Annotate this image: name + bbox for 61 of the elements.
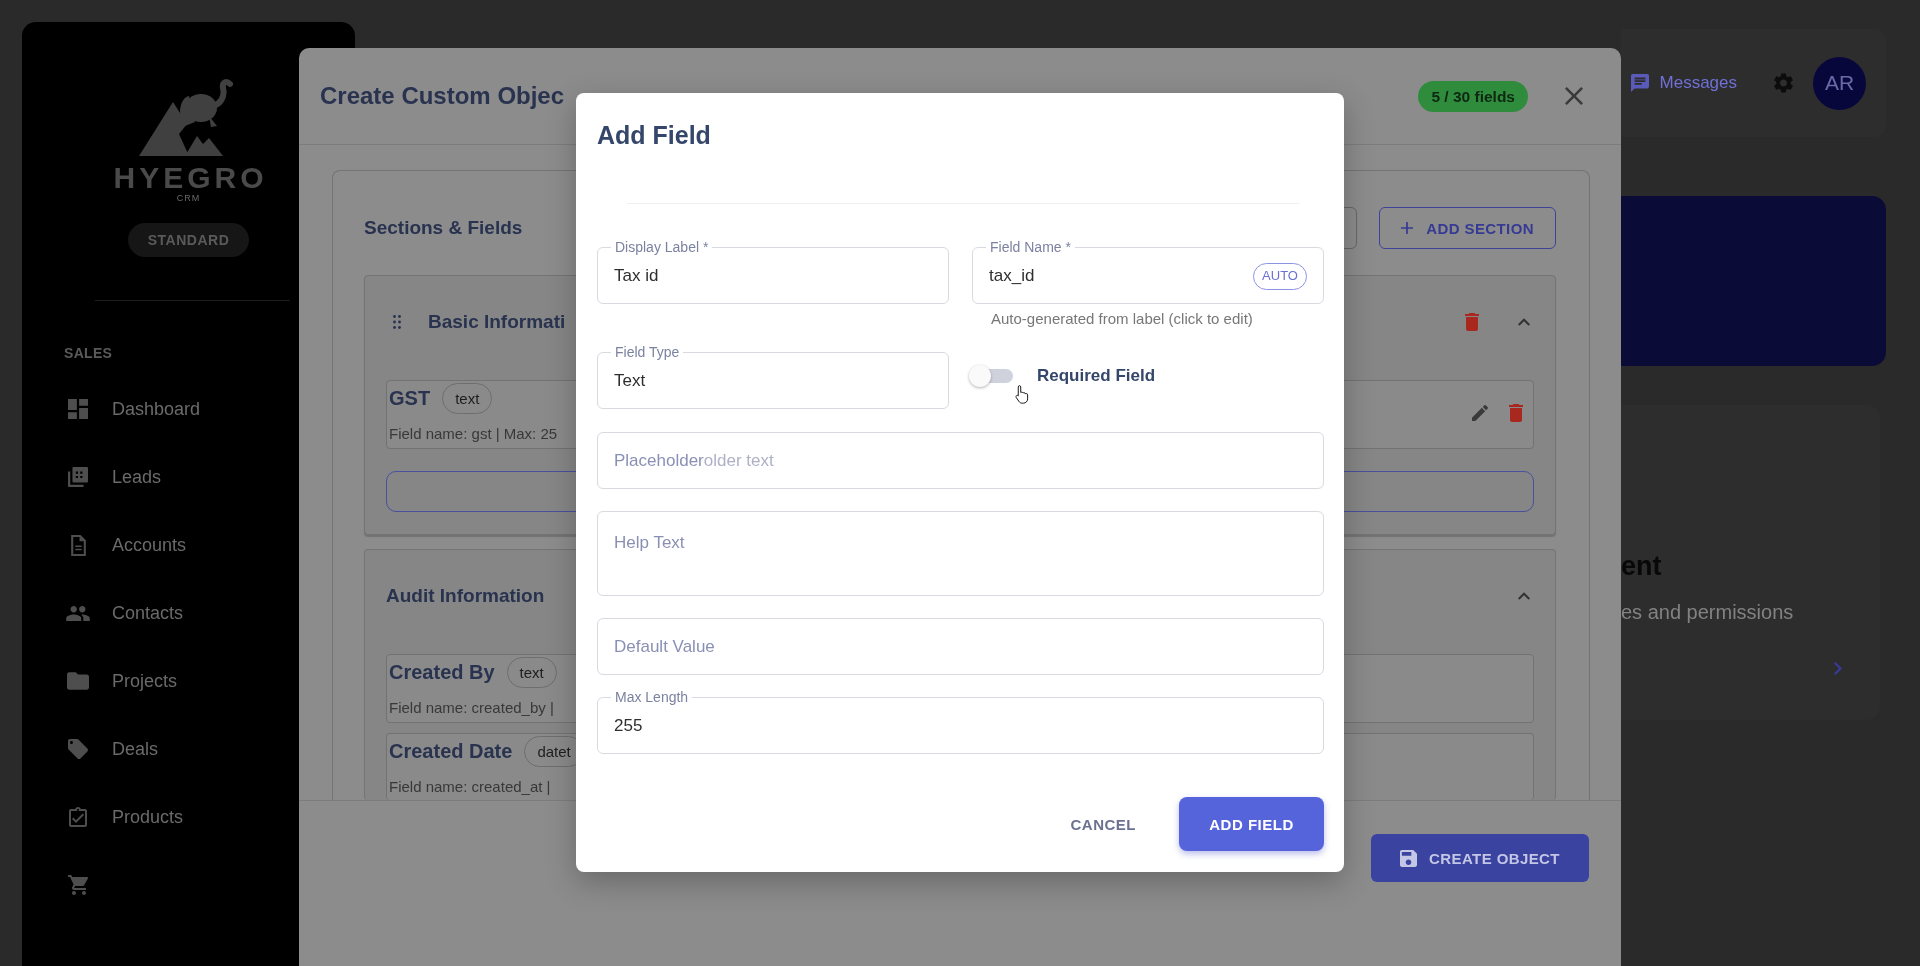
input-field[interactable]: Max Length 255 — [597, 688, 1324, 754]
add-section-button[interactable]: ADD SECTION — [1379, 207, 1556, 249]
sidebar-item[interactable]: Dashboard — [22, 375, 217, 443]
document-icon — [70, 534, 86, 556]
stacked-grid-icon — [68, 467, 88, 487]
switch-label: Required Field — [1037, 366, 1156, 386]
section-title: Basic Informati — [428, 310, 566, 333]
card-description: es and permissions — [1621, 600, 1794, 624]
hand-cursor-icon — [1015, 384, 1030, 404]
trash-icon[interactable] — [1509, 403, 1523, 422]
field-label: Created Date — [389, 739, 513, 764]
sidebar-item[interactable]: Deals — [22, 715, 175, 783]
input-field[interactable]: Default Value — [597, 618, 1324, 675]
chevron-right-icon[interactable] — [1834, 661, 1842, 675]
toggle-switch[interactable] — [969, 365, 1013, 387]
messages-link[interactable]: Messages — [1630, 73, 1737, 93]
settings-icon[interactable] — [1774, 73, 1793, 93]
select-field[interactable]: Field Type Text — [597, 343, 949, 409]
dialog-title: Add Field — [597, 120, 711, 151]
trash-icon[interactable] — [1465, 312, 1479, 331]
close-icon[interactable] — [1565, 87, 1583, 105]
input-field[interactable]: Placeholderolder text — [597, 432, 1324, 489]
field-meta: Field name: created_at | — [389, 778, 551, 795]
chat-icon — [1630, 74, 1649, 92]
people-icon — [66, 605, 90, 621]
brand-subtitle: CRM — [176, 193, 201, 203]
textarea-field[interactable]: Help Text — [597, 511, 1324, 596]
dashboard-icon — [68, 399, 88, 419]
add-field-button[interactable]: ADD FIELD — [1179, 797, 1324, 851]
field-label: GST — [389, 386, 431, 411]
faded-text: older text — [703, 451, 774, 471]
sidebar-item[interactable]: Contacts — [22, 579, 200, 647]
field-meta: Field name: gst | Max: 25 — [389, 425, 558, 442]
sidebar-item[interactable]: Leads — [22, 443, 178, 511]
field-count-badge: 5 / 30 fields — [1418, 80, 1528, 112]
input-field[interactable]: Display Label * Tax id — [597, 238, 949, 304]
helper-text: Auto-generated from label (click to edit) — [991, 310, 1253, 327]
field-meta: Field name: created_by | — [389, 699, 554, 716]
user-avatar[interactable]: AR — [1813, 56, 1866, 110]
sidebar-item[interactable]: Products — [22, 783, 200, 851]
drag-handle-icon[interactable] — [393, 314, 401, 329]
pencil-icon[interactable] — [1472, 404, 1488, 421]
clipboard-check-icon — [69, 807, 87, 827]
field-label: Created By — [389, 660, 495, 685]
cancel-button[interactable]: CANCEL — [1054, 797, 1152, 851]
plan-badge: STANDARD — [127, 223, 250, 257]
tag-icon — [68, 739, 88, 759]
chevron-up-icon[interactable] — [1518, 317, 1530, 326]
panel-title: Sections & Fields — [364, 217, 523, 239]
modal-title: Create Custom Objec — [320, 82, 565, 110]
cart-icon — [68, 875, 88, 895]
section-title: Audit Information — [386, 584, 545, 607]
sidebar-item[interactable]: Projects — [22, 647, 194, 715]
input-field[interactable]: Field Name * tax_id AUTO — [972, 238, 1324, 304]
brand-name: HYEGRO — [112, 163, 268, 193]
folder-icon — [67, 672, 89, 690]
chevron-up-icon[interactable] — [1518, 591, 1530, 600]
sidebar-item[interactable]: Accounts — [22, 511, 203, 579]
nav-section-heading: SALES — [64, 344, 113, 362]
plus-icon — [1401, 222, 1414, 234]
create-object-button[interactable]: CREATE OBJECT — [1371, 834, 1589, 882]
